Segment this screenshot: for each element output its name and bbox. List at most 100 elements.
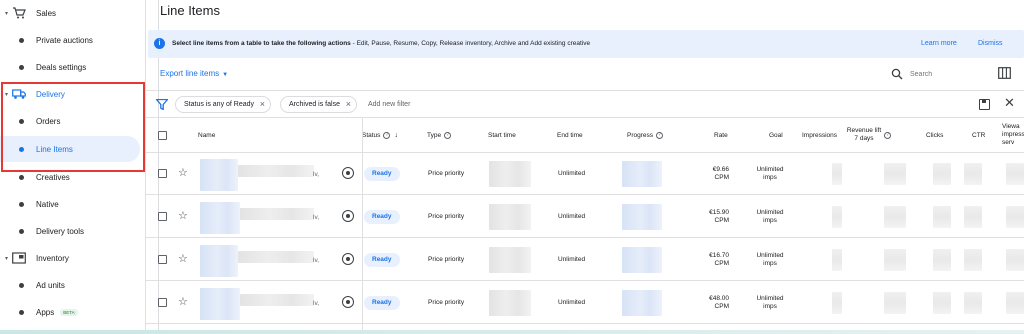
star-icon[interactable]: ☆	[178, 166, 188, 179]
end-time-cell: Unlimited	[558, 170, 586, 177]
save-icon[interactable]	[979, 99, 990, 110]
sidebar-item-deals-settings[interactable]: Deals settings	[0, 54, 140, 80]
learn-more-link[interactable]: Learn more	[921, 40, 957, 47]
star-icon[interactable]: ☆	[178, 209, 188, 222]
rate-cell: €48.00 CPM	[709, 295, 729, 310]
target-icon[interactable]	[342, 253, 354, 265]
status-badge: Ready	[364, 210, 400, 224]
column-header-rate[interactable]: Rate	[714, 118, 728, 152]
status-badge: Ready	[364, 167, 400, 181]
redacted-ctr	[964, 206, 982, 228]
type-cell: Price priority	[428, 170, 465, 177]
column-header-impressions[interactable]: Impressions	[802, 118, 837, 152]
row-checkbox[interactable]	[158, 255, 167, 264]
rate-cell: €16.70 CPM	[709, 252, 729, 267]
filter-chip-archived[interactable]: Archived is false ×	[280, 96, 357, 113]
table-row[interactable]: ☆ lv, Ready Price priority Unlimited €15…	[146, 196, 1024, 238]
status-badge: Ready	[364, 253, 400, 267]
redacted-progress	[622, 204, 662, 230]
target-icon[interactable]	[342, 210, 354, 222]
main-content: Line Items i Select line items from a ta…	[146, 0, 1024, 334]
select-all-checkbox[interactable]	[158, 131, 167, 140]
column-header-type[interactable]: Type?	[427, 118, 452, 152]
redacted-name	[200, 245, 238, 277]
table-row[interactable]: ☆ lv, Ready Price priority Unlimited €9.…	[146, 153, 1024, 195]
redacted-ctr	[964, 163, 982, 185]
sidebar-item-private-auctions[interactable]: Private auctions	[0, 27, 140, 53]
bullet-icon	[19, 228, 24, 234]
column-settings-icon[interactable]	[998, 67, 1011, 79]
dismiss-button[interactable]: Dismiss	[978, 40, 1003, 47]
bullet-icon	[19, 37, 24, 43]
type-cell: Price priority	[428, 299, 465, 306]
info-banner-text: Select line items from a table to take t…	[172, 40, 591, 47]
rate-cell: €9.66 CPM	[712, 166, 729, 181]
filter-chip-status[interactable]: Status is any of Ready ×	[175, 96, 272, 113]
help-icon[interactable]: ?	[656, 131, 664, 139]
column-header-progress[interactable]: Progress?	[627, 118, 664, 152]
redacted-clicks	[933, 249, 951, 271]
sidebar: ▾ Sales Private auctions Deals settings …	[0, 0, 146, 334]
redacted-name	[200, 288, 240, 320]
redacted-clicks	[933, 206, 951, 228]
sidebar-item-ad-units[interactable]: Ad units	[0, 272, 140, 298]
sidebar-section-sales[interactable]: ▾ Sales	[0, 0, 140, 26]
redacted-clicks	[933, 292, 951, 314]
redacted-revenue-lift	[884, 206, 906, 228]
type-cell: Price priority	[428, 213, 465, 220]
column-header-revenue-lift[interactable]: Revenue lift 7 days?	[846, 118, 892, 152]
info-banner: i Select line items from a table to take…	[148, 30, 1024, 58]
search-input[interactable]	[910, 67, 986, 81]
close-icon[interactable]: ✕	[1004, 95, 1015, 111]
sidebar-item-label: Apps BETA	[36, 308, 78, 317]
table-row[interactable]: ☆ lv, Ready Price priority Unlimited €48…	[146, 282, 1024, 324]
inventory-icon	[12, 252, 26, 264]
target-icon[interactable]	[342, 167, 354, 179]
bottom-edge-bar	[0, 330, 1024, 334]
column-header-status[interactable]: Status? ↓	[362, 118, 398, 152]
column-header-ctr[interactable]: CTR	[972, 118, 985, 152]
add-filter-input[interactable]: Add new filter	[368, 101, 410, 108]
filter-icon[interactable]	[156, 99, 168, 110]
target-icon[interactable]	[342, 296, 354, 308]
sidebar-item-delivery-tools[interactable]: Delivery tools	[0, 218, 140, 244]
row-checkbox[interactable]	[158, 169, 167, 178]
type-cell: Price priority	[428, 256, 465, 263]
help-icon[interactable]: ?	[383, 131, 391, 139]
column-header-start-time[interactable]: Start time	[488, 118, 516, 152]
search-icon[interactable]	[891, 68, 903, 80]
redacted-impressions	[832, 249, 842, 271]
sidebar-item-label: Sales	[36, 8, 57, 18]
redacted-name	[200, 159, 238, 191]
bullet-icon	[19, 201, 24, 207]
redacted-ctr	[964, 249, 982, 271]
help-icon[interactable]: ?	[884, 131, 892, 139]
redacted-name	[238, 251, 314, 263]
redacted-viewable	[1006, 292, 1024, 314]
redacted-revenue-lift	[884, 292, 906, 314]
redacted-name	[238, 165, 314, 177]
sidebar-item-label: Creatives	[36, 172, 70, 182]
row-checkbox[interactable]	[158, 212, 167, 221]
column-header-name[interactable]: Name	[198, 118, 215, 152]
column-header-goal[interactable]: Goal	[769, 118, 783, 152]
star-icon[interactable]: ☆	[178, 295, 188, 308]
highlight-annotation-box	[1, 82, 145, 172]
column-header-clicks[interactable]: Clicks	[926, 118, 943, 152]
column-header-viewable[interactable]: Viewa impressi serv	[1002, 118, 1024, 152]
export-line-items-button[interactable]: Export line items ▼	[160, 69, 228, 78]
sidebar-item-label: Delivery tools	[36, 226, 85, 236]
sidebar-item-apps[interactable]: Apps BETA	[0, 299, 140, 325]
remove-filter-icon[interactable]: ×	[346, 97, 351, 112]
remove-filter-icon[interactable]: ×	[260, 97, 265, 112]
end-time-cell: Unlimited	[558, 256, 586, 263]
table-row[interactable]: ☆ lv, Ready Price priority Unlimited €16…	[146, 239, 1024, 281]
sidebar-section-inventory[interactable]: ▾ Inventory	[0, 245, 140, 271]
row-checkbox[interactable]	[158, 298, 167, 307]
beta-badge: BETA	[60, 308, 78, 316]
sidebar-item-label: Inventory	[36, 253, 69, 263]
star-icon[interactable]: ☆	[178, 252, 188, 265]
sidebar-item-native[interactable]: Native	[0, 191, 140, 217]
column-header-end-time[interactable]: End time	[557, 118, 583, 152]
help-icon[interactable]: ?	[444, 131, 452, 139]
